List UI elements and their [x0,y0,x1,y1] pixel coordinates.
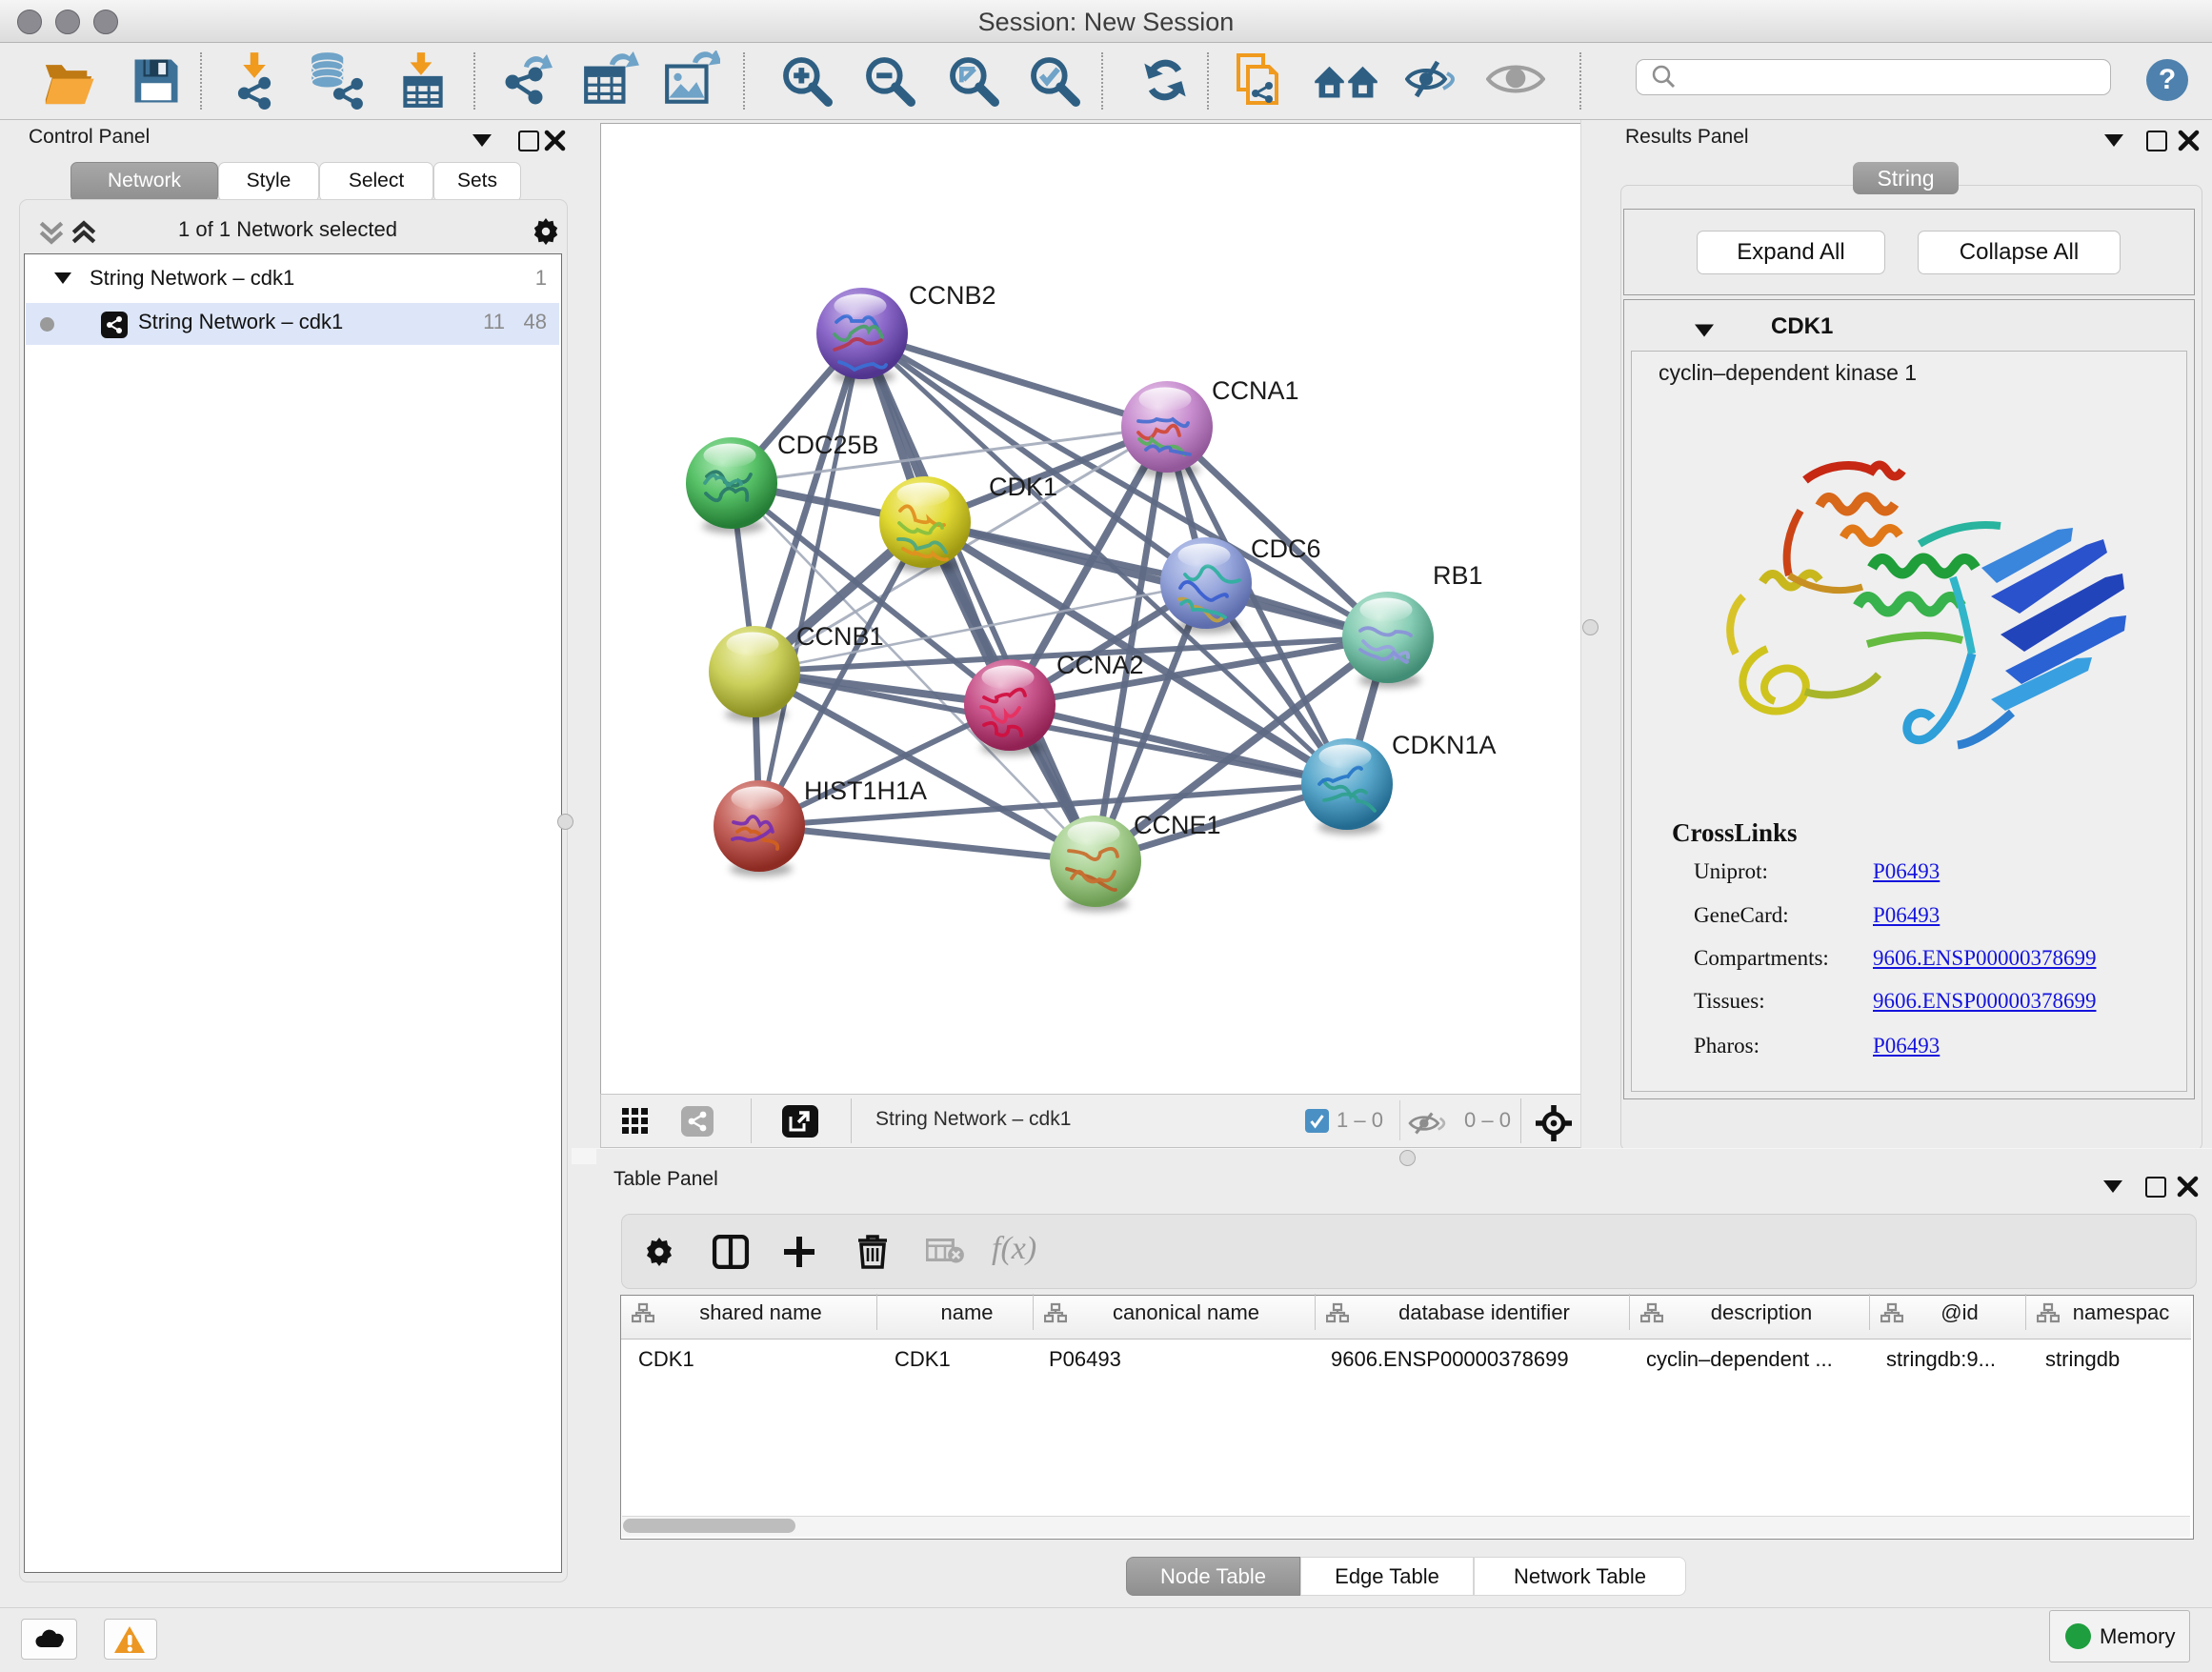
svg-text:HIST1H1A: HIST1H1A [804,776,927,805]
svg-text:RB1: RB1 [1433,561,1483,590]
svg-text:CCNB1: CCNB1 [796,622,884,651]
svg-text:CCNA2: CCNA2 [1056,651,1144,679]
svg-text:CDKN1A: CDKN1A [1392,731,1497,759]
svg-text:CCNA1: CCNA1 [1212,376,1299,405]
svg-text:CDK1: CDK1 [989,473,1057,501]
svg-text:CDC6: CDC6 [1251,534,1321,563]
svg-text:CCNB2: CCNB2 [909,281,996,310]
svg-text:CDC25B: CDC25B [777,431,879,459]
svg-text:CCNE1: CCNE1 [1134,811,1221,839]
